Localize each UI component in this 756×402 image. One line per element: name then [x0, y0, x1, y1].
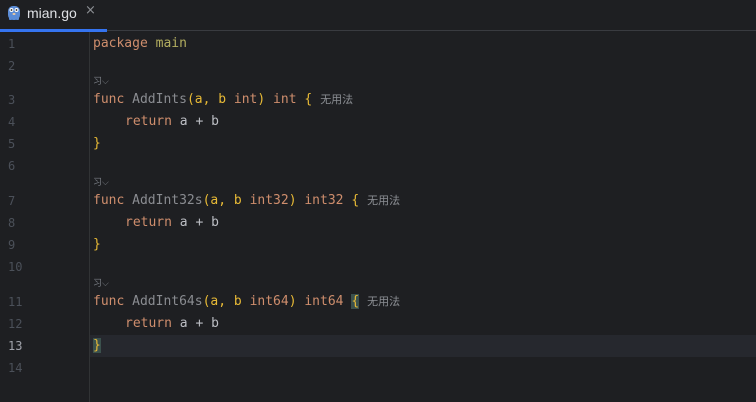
code-line-4[interactable]: return a + b — [125, 111, 219, 133]
return-expression: a + b — [179, 215, 219, 230]
line-number: 12 — [8, 317, 23, 331]
gopher-icon — [8, 6, 20, 20]
line-number: 1 — [8, 37, 16, 51]
usages-inlay-hint[interactable]: 无用法 — [367, 295, 400, 308]
open-brace: { — [351, 193, 360, 208]
keyword-func: func — [93, 92, 125, 107]
params-open: (a, b — [202, 294, 250, 309]
params-open: (a, b — [202, 193, 250, 208]
line-number: 2 — [8, 59, 16, 73]
params-close: ) — [288, 193, 297, 208]
package-name: main — [155, 36, 187, 51]
function-name: AddInts — [132, 92, 187, 107]
line-number: 11 — [8, 295, 23, 309]
code-line-7[interactable]: func AddInt32s(a, b int32) int32 { 无用法 — [93, 190, 400, 212]
line-number: 8 — [8, 216, 16, 230]
return-type: int64 — [304, 294, 344, 309]
keyword-package: package — [93, 36, 148, 51]
tab-mian-go[interactable]: mian.go × — [0, 0, 107, 32]
close-brace: } — [93, 237, 101, 252]
keyword-func: func — [93, 193, 125, 208]
line-number: 14 — [8, 361, 23, 375]
code-line-5[interactable]: } — [93, 133, 101, 155]
usage-hint-icon[interactable]: 习⌵ — [93, 176, 109, 190]
code-line-13[interactable]: } — [93, 335, 101, 357]
keyword-func: func — [93, 294, 125, 309]
line-number: 9 — [8, 238, 16, 252]
editor-tab-bar: mian.go × — [0, 0, 756, 32]
code-line-11[interactable]: func AddInt64s(a, b int64) int64 { 无用法 — [93, 291, 400, 313]
close-brace: } — [93, 136, 101, 151]
function-name: AddInt64s — [132, 294, 203, 309]
open-brace-matched: { — [351, 294, 360, 309]
tab-title: mian.go — [27, 5, 77, 21]
usage-hint-icon[interactable]: 习⌵ — [93, 75, 109, 89]
usage-hint-icon[interactable]: 习⌵ — [93, 277, 109, 291]
code-line-9[interactable]: } — [93, 234, 101, 256]
line-number: 3 — [8, 93, 16, 107]
function-name: AddInt32s — [132, 193, 203, 208]
line-number: 6 — [8, 159, 16, 173]
return-type: int32 — [304, 193, 344, 208]
keyword-return: return — [125, 114, 172, 129]
line-number: 10 — [8, 260, 23, 274]
usages-inlay-hint[interactable]: 无用法 — [320, 93, 353, 106]
params-open: (a, b — [186, 92, 234, 107]
code-line-8[interactable]: return a + b — [125, 212, 219, 234]
line-number: 7 — [8, 194, 16, 208]
current-line-highlight — [0, 335, 756, 357]
return-type: int — [273, 92, 297, 107]
open-brace: { — [304, 92, 313, 107]
param-type: int32 — [249, 193, 289, 208]
line-number: 4 — [8, 115, 16, 129]
close-icon[interactable]: × — [85, 3, 96, 18]
usages-inlay-hint[interactable]: 无用法 — [367, 194, 400, 207]
return-expression: a + b — [179, 114, 219, 129]
close-brace-matched: } — [93, 338, 101, 353]
code-line-3[interactable]: func AddInts(a, b int) int { 无用法 — [93, 89, 353, 111]
line-number-current: 13 — [8, 339, 23, 353]
keyword-return: return — [125, 316, 172, 331]
param-type: int — [233, 92, 258, 107]
code-line-1[interactable]: package main — [93, 33, 187, 55]
params-close: ) — [288, 294, 297, 309]
keyword-return: return — [125, 215, 172, 230]
return-expression: a + b — [179, 316, 219, 331]
line-number: 5 — [8, 137, 16, 151]
param-type: int64 — [249, 294, 289, 309]
params-close: ) — [257, 92, 266, 107]
code-line-12[interactable]: return a + b — [125, 313, 219, 335]
